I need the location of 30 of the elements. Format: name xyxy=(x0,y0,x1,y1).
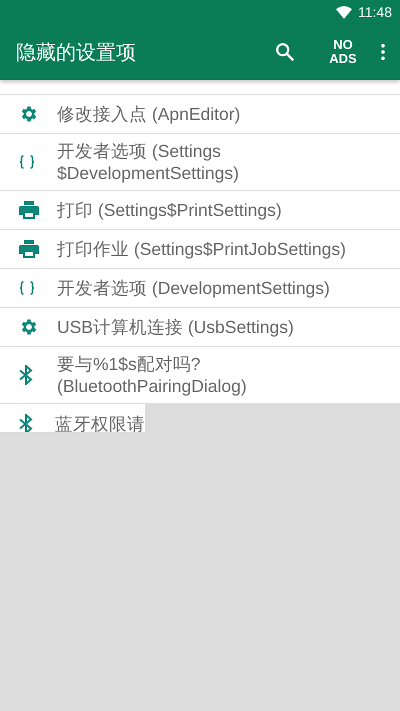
list-item[interactable]: 蓝牙权限请 xyxy=(0,404,145,432)
list-item[interactable]: 要与%1$s配对吗? (BluetoothPairingDialog) xyxy=(0,347,400,404)
printer-icon xyxy=(19,240,39,258)
list-item[interactable]: 开发者选项 (DevelopmentSettings) xyxy=(0,269,400,308)
item-label: 要与%1$s配对吗? (BluetoothPairingDialog) xyxy=(57,353,248,397)
list-item[interactable]: USB计算机连接 (UsbSettings) xyxy=(0,308,400,347)
braces-icon xyxy=(19,154,35,170)
bluetooth-icon xyxy=(19,414,33,432)
more-icon[interactable] xyxy=(380,43,386,61)
item-label: 修改接入点 (ApnEditor) xyxy=(57,103,242,125)
list-item[interactable]: 修改接入点 (ApnEditor) xyxy=(0,95,400,134)
item-label: USB计算机连接 (UsbSettings) xyxy=(57,316,295,338)
list-item[interactable]: 打印作业 (Settings$PrintJobSettings) xyxy=(0,230,400,269)
app-title: 隐藏的设置项 xyxy=(16,38,137,66)
bluetooth-icon xyxy=(19,365,33,385)
gear-icon xyxy=(19,317,39,337)
item-label: 蓝牙权限请 xyxy=(55,412,145,432)
search-icon[interactable] xyxy=(274,41,296,63)
gear-icon xyxy=(19,104,39,124)
item-label: 打印作业 (Settings$PrintJobSettings) xyxy=(57,238,347,260)
wifi-icon xyxy=(336,6,352,18)
status-time: 11:48 xyxy=(358,4,392,20)
braces-icon xyxy=(19,280,35,296)
item-label: 开发者选项 (DevelopmentSettings) xyxy=(57,277,331,299)
item-label: 开发者选项 (Settings $DevelopmentSettings) xyxy=(57,140,240,184)
no-ads-button[interactable]: NO ADS xyxy=(322,38,364,66)
list-item[interactable]: 开发者选项 (Settings $DevelopmentSettings) xyxy=(0,134,400,191)
printer-icon xyxy=(19,201,39,219)
list-item[interactable]: 打印 (Settings$PrintSettings) xyxy=(0,191,400,230)
item-label: 打印 (Settings$PrintSettings) xyxy=(57,199,283,221)
